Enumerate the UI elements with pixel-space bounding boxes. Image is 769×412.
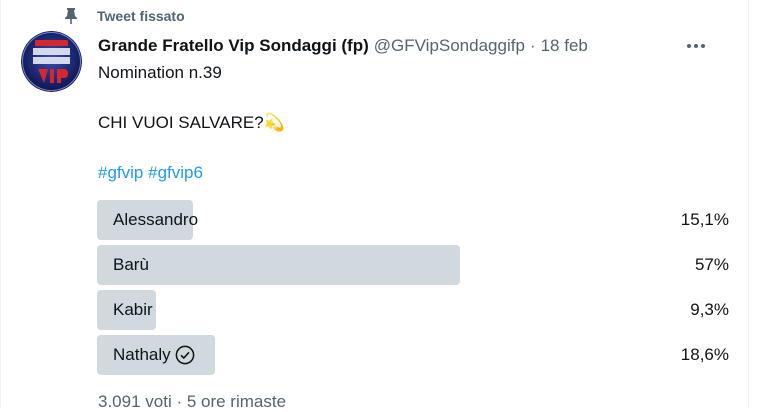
tweet-text-line-2: CHI VUOI SALVARE?💫 bbox=[98, 112, 285, 134]
hashtag-gfvip[interactable]: #gfvip bbox=[98, 163, 143, 182]
tweet-header: Grande Fratello Vip Sondaggi (fp) @GFVip… bbox=[98, 35, 728, 57]
more-icon bbox=[687, 44, 705, 48]
poll-option: Barù 57% bbox=[97, 245, 733, 285]
pinned-label: Tweet fissato bbox=[97, 8, 185, 24]
user-handle[interactable]: @GFVipSondaggifp bbox=[374, 36, 525, 56]
tweet-text-line-1: Nomination n.39 bbox=[98, 63, 222, 82]
poll-option-label-text: Nathaly bbox=[113, 345, 171, 364]
hashtag-gfvip6[interactable]: #gfvip6 bbox=[148, 163, 203, 182]
poll-option-label: Alessandro bbox=[113, 210, 199, 229]
tweet-card[interactable]: Tweet fissato Grande Fratello Vip Sondag… bbox=[0, 0, 749, 411]
dizzy-emoji-icon: 💫 bbox=[263, 113, 285, 132]
poll-bar bbox=[97, 245, 460, 285]
poll-option-percent: 9,3% bbox=[690, 300, 729, 319]
hashtags: #gfvip #gfvip6 bbox=[98, 162, 203, 184]
poll-option: Kabir 9,3% bbox=[97, 290, 733, 330]
poll-footer: 3.091 voti · 5 ore rimaste bbox=[98, 392, 287, 411]
poll-option-percent: 15,1% bbox=[680, 210, 729, 229]
more-options-button[interactable] bbox=[684, 35, 708, 57]
check-circle-icon bbox=[175, 345, 195, 365]
display-name[interactable]: Grande Fratello Vip Sondaggi (fp) bbox=[98, 36, 369, 56]
tweet-question: CHI VUOI SALVARE? bbox=[98, 113, 264, 132]
poll: Alessandro 15,1% Barù 57% Kabir 9,3% Nat… bbox=[97, 200, 733, 380]
pin-icon bbox=[61, 6, 81, 26]
poll-option-percent: 18,6% bbox=[680, 345, 729, 364]
avatar[interactable] bbox=[21, 31, 82, 92]
poll-option-percent: 57% bbox=[694, 255, 729, 274]
poll-option: Alessandro 15,1% bbox=[97, 200, 733, 240]
poll-option-label: Barù bbox=[113, 255, 149, 274]
poll-option-label: Nathaly bbox=[113, 335, 195, 375]
tweet-date[interactable]: 18 feb bbox=[541, 36, 588, 56]
separator-dot: · bbox=[529, 36, 536, 55]
poll-option-label: Kabir bbox=[113, 300, 153, 319]
poll-option-winner: Nathaly 18,6% bbox=[97, 335, 733, 375]
pinned-indicator: Tweet fissato bbox=[61, 6, 185, 26]
